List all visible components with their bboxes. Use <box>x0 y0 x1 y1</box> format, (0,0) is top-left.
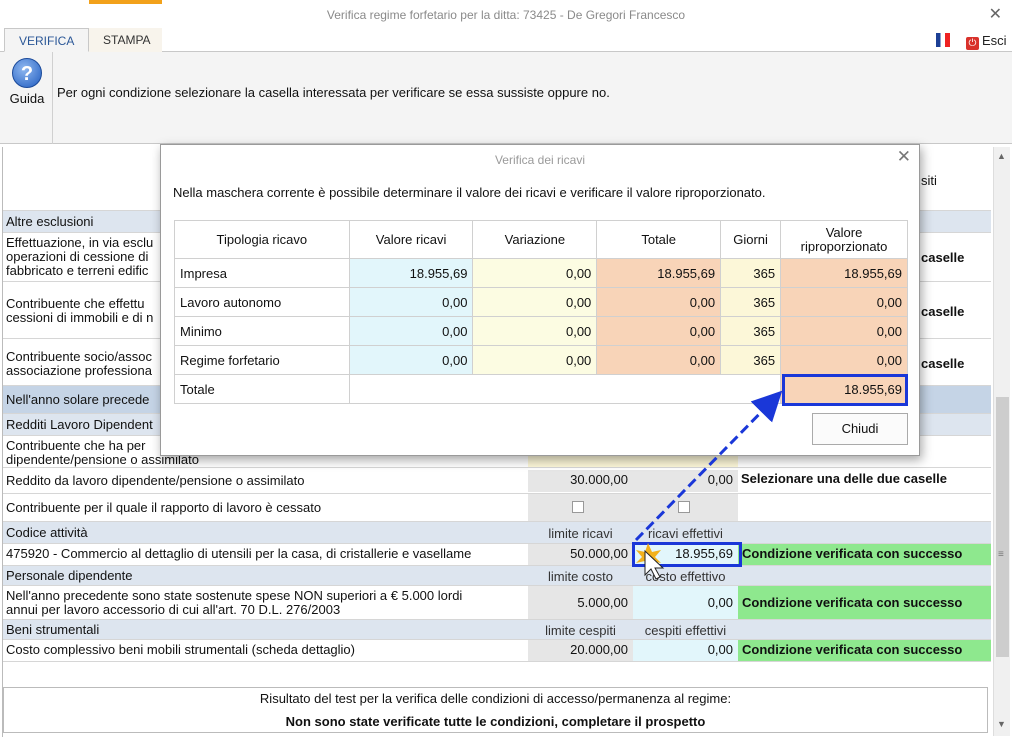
annotation-arrow <box>634 390 783 580</box>
